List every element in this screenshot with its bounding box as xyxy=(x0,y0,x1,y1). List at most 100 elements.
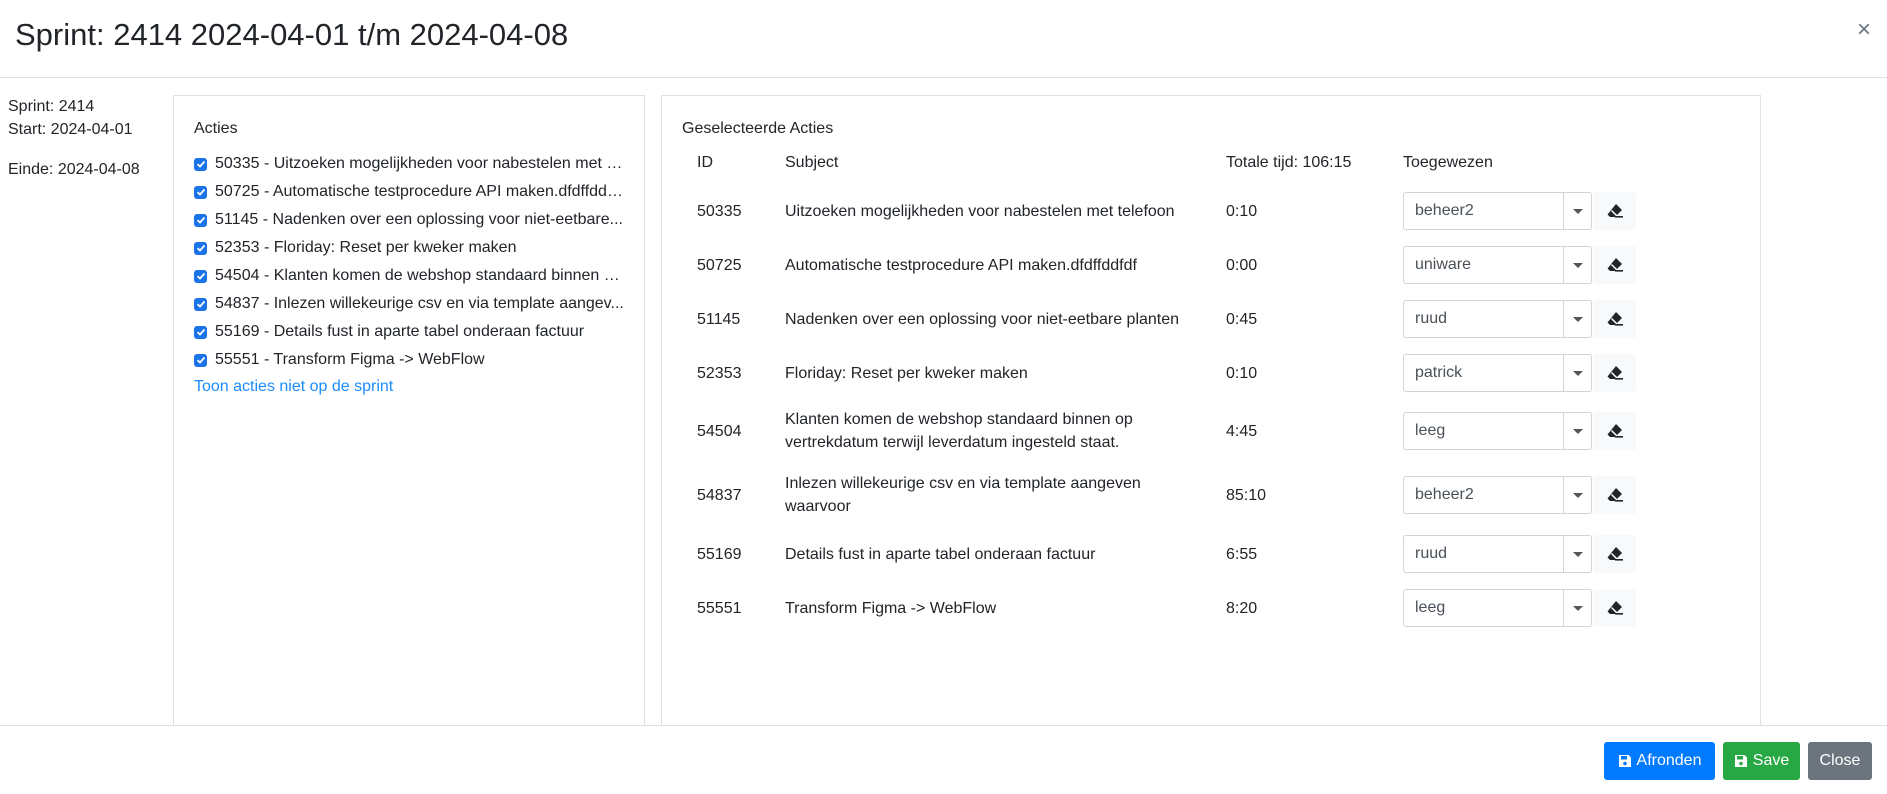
row-id: 55551 xyxy=(697,600,742,617)
start-info: Start: 2024-04-01 xyxy=(8,121,133,138)
eraser-icon xyxy=(1607,488,1623,502)
sprint-info: Sprint: 2414 xyxy=(8,98,95,115)
assignee-select[interactable]: beheer2 xyxy=(1403,476,1592,514)
save-label: Save xyxy=(1752,752,1790,769)
clear-assignee-button[interactable] xyxy=(1593,300,1636,338)
action-label: 51145 - Nadenken over een oplossing voor… xyxy=(215,211,623,228)
row-id: 50335 xyxy=(697,203,742,220)
show-actions-not-on-sprint-link[interactable]: Toon acties niet op de sprint xyxy=(194,378,393,396)
chevron-down-icon[interactable] xyxy=(1563,247,1591,283)
clear-assignee-button[interactable] xyxy=(1593,246,1636,284)
column-header-total-time: Totale tijd: 106:15 xyxy=(1226,154,1352,171)
assignee-select[interactable]: patrick xyxy=(1403,354,1592,392)
close-button[interactable]: Close xyxy=(1808,742,1872,780)
eraser-icon xyxy=(1607,424,1623,438)
clear-assignee-button[interactable] xyxy=(1593,535,1636,573)
row-id: 51145 xyxy=(697,311,741,328)
action-label: 54837 - Inlezen willekeurige csv en via … xyxy=(215,295,624,312)
assignee-select[interactable]: leeg xyxy=(1403,589,1592,627)
assignee-value: ruud xyxy=(1415,310,1448,327)
row-subject: Uitzoeken mogelijkheden voor nabestelen … xyxy=(785,203,1175,220)
assignee-value: beheer2 xyxy=(1415,486,1474,503)
row-subject: Nadenken over een oplossing voor niet-ee… xyxy=(785,311,1180,328)
action-item[interactable]: 54837 - Inlezen willekeurige csv en via … xyxy=(194,293,624,315)
chevron-down-icon[interactable] xyxy=(1563,536,1591,572)
row-time: 0:45 xyxy=(1226,311,1258,328)
chevron-down-icon[interactable] xyxy=(1563,193,1591,229)
action-item[interactable]: 55169 - Details fust in aparte tabel ond… xyxy=(194,321,624,343)
row-time: 0:00 xyxy=(1226,257,1258,274)
chevron-down-icon[interactable] xyxy=(1563,477,1591,513)
row-time: 8:20 xyxy=(1226,600,1258,617)
chevron-down-icon[interactable] xyxy=(1563,355,1591,391)
selected-actions-heading: Geselecteerde Acties xyxy=(682,120,834,137)
action-item[interactable]: 50335 - Uitzoeken mogelijkheden voor nab… xyxy=(194,153,624,175)
actions-heading: Acties xyxy=(194,120,238,137)
checkbox-checked-icon[interactable] xyxy=(194,269,207,283)
einde-info: Einde: 2024-04-08 xyxy=(8,161,140,178)
action-label: 50335 - Uitzoeken mogelijkheden voor nab… xyxy=(215,155,624,172)
action-label: 54504 - Klanten komen de webshop standaa… xyxy=(215,267,624,284)
assignee-value: leeg xyxy=(1415,422,1446,439)
action-item[interactable]: 54504 - Klanten komen de webshop standaa… xyxy=(194,265,624,287)
assignee-select[interactable]: ruud xyxy=(1403,535,1592,573)
row-id: 54837 xyxy=(697,487,742,504)
assignee-select[interactable]: uniware xyxy=(1403,246,1592,284)
modal-title: Sprint: 2414 2024-04-01 t/m 2024-04-08 xyxy=(15,17,569,52)
afronden-button[interactable]: Afronden xyxy=(1604,742,1715,780)
action-label: 50725 - Automatische testprocedure API m… xyxy=(215,183,624,200)
checkbox-checked-icon[interactable] xyxy=(194,157,207,171)
action-item[interactable]: 52353 - Floriday: Reset per kweker maken xyxy=(194,237,624,259)
row-time: 85:10 xyxy=(1226,487,1267,504)
assignee-value: ruud xyxy=(1415,545,1448,562)
save-icon xyxy=(1734,755,1747,767)
close-icon[interactable]: × xyxy=(1857,18,1871,42)
assignee-select[interactable]: beheer2 xyxy=(1403,192,1592,230)
checkbox-checked-icon[interactable] xyxy=(194,353,207,367)
row-subject: Inlezen willekeurige csv en via template… xyxy=(785,475,1141,492)
column-header-id: ID xyxy=(697,154,713,171)
selected-actions-panel: Geselecteerde Acties ID Subject Totale t… xyxy=(661,95,1761,727)
close-label: Close xyxy=(1819,752,1861,769)
save-icon xyxy=(1618,755,1631,767)
chevron-down-icon[interactable] xyxy=(1563,413,1591,449)
checkbox-checked-icon[interactable] xyxy=(194,185,207,199)
row-subject-line2: waarvoor xyxy=(785,498,851,515)
eraser-icon xyxy=(1607,366,1623,380)
chevron-down-icon[interactable] xyxy=(1563,301,1591,337)
checkbox-checked-icon[interactable] xyxy=(194,297,207,311)
action-item[interactable]: 50725 - Automatische testprocedure API m… xyxy=(194,181,624,203)
clear-assignee-button[interactable] xyxy=(1593,589,1636,627)
row-subject: Transform Figma -> WebFlow xyxy=(785,600,997,617)
clear-assignee-button[interactable] xyxy=(1593,412,1636,450)
row-subject: Details fust in aparte tabel onderaan fa… xyxy=(785,546,1096,563)
action-item[interactable]: 51145 - Nadenken over een oplossing voor… xyxy=(194,209,624,231)
row-id: 52353 xyxy=(697,365,742,382)
row-id: 54504 xyxy=(697,423,742,440)
checkbox-checked-icon[interactable] xyxy=(194,241,207,255)
action-item[interactable]: 55551 - Transform Figma -> WebFlow xyxy=(194,349,624,371)
chevron-down-icon[interactable] xyxy=(1563,590,1591,626)
assignee-value: patrick xyxy=(1415,364,1463,381)
eraser-icon xyxy=(1607,601,1623,615)
modal-header: Sprint: 2414 2024-04-01 t/m 2024-04-08 × xyxy=(0,0,1887,78)
assignee-value: uniware xyxy=(1415,256,1472,273)
clear-assignee-button[interactable] xyxy=(1593,476,1636,514)
assignee-select[interactable]: ruud xyxy=(1403,300,1592,338)
eraser-icon xyxy=(1607,258,1623,272)
checkbox-checked-icon[interactable] xyxy=(194,213,207,227)
assignee-select[interactable]: leeg xyxy=(1403,412,1592,450)
action-label: 52353 - Floriday: Reset per kweker maken xyxy=(215,239,517,256)
column-header-subject: Subject xyxy=(785,154,839,171)
clear-assignee-button[interactable] xyxy=(1593,192,1636,230)
column-header-assigned: Toegewezen xyxy=(1403,154,1493,171)
checkbox-checked-icon[interactable] xyxy=(194,325,207,339)
row-time: 6:55 xyxy=(1226,546,1258,563)
actions-panel: Acties 50335 - Uitzoeken mogelijkheden v… xyxy=(173,95,645,727)
save-button[interactable]: Save xyxy=(1723,742,1800,780)
row-subject: Automatische testprocedure API maken.dfd… xyxy=(785,257,1137,274)
row-id: 55169 xyxy=(697,546,742,563)
assignee-value: beheer2 xyxy=(1415,202,1474,219)
clear-assignee-button[interactable] xyxy=(1593,354,1636,392)
row-time: 0:10 xyxy=(1226,203,1258,220)
